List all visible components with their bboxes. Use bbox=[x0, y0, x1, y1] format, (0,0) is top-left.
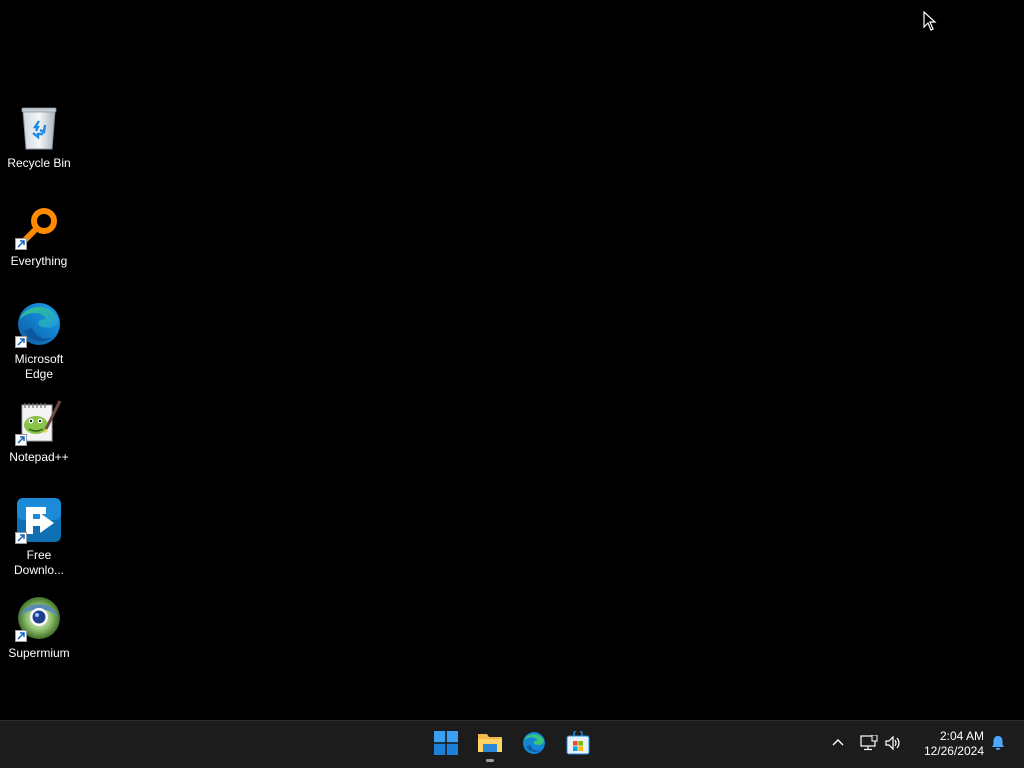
file-explorer-icon bbox=[477, 731, 503, 760]
desktop-icon-recycle-bin[interactable]: Recycle Bin bbox=[4, 104, 74, 171]
desktop-icon-label: Notepad++ bbox=[9, 450, 69, 464]
supermium-icon bbox=[15, 594, 63, 642]
taskbar-microsoft-store[interactable] bbox=[560, 727, 596, 763]
desktop-icon-label: Everything bbox=[10, 254, 68, 268]
clock-date: 12/26/2024 bbox=[923, 744, 984, 758]
desktop-icon-everything[interactable]: Everything bbox=[4, 202, 74, 269]
desktop-icon-label: Microsoft Edge bbox=[14, 352, 64, 381]
running-indicator bbox=[486, 759, 494, 762]
windows-start-icon bbox=[434, 730, 458, 760]
clock-time: 2:04 AM bbox=[939, 729, 984, 743]
network-status-button[interactable] bbox=[857, 733, 881, 757]
edge-icon bbox=[522, 731, 546, 760]
desktop-icon-label: Recycle Bin bbox=[7, 156, 71, 170]
everything-search-icon bbox=[15, 202, 63, 250]
recycle-bin-icon bbox=[15, 104, 63, 152]
taskbar-file-explorer[interactable] bbox=[472, 727, 508, 763]
edge-icon bbox=[15, 300, 63, 348]
volume-icon bbox=[884, 735, 902, 756]
desktop[interactable]: Recycle Bin Everything Microsoft Edge No… bbox=[0, 0, 1024, 720]
desktop-icon-label: Supermium bbox=[8, 646, 70, 660]
taskbar: 2:04 AM 12/26/2024 bbox=[0, 720, 1024, 768]
mouse-cursor-icon bbox=[923, 10, 937, 31]
desktop-icon-label: Free Downlo... bbox=[13, 548, 65, 577]
free-download-manager-icon bbox=[15, 496, 63, 544]
store-icon bbox=[566, 728, 590, 760]
desktop-icon-free-download-manager[interactable]: Free Downlo... bbox=[4, 496, 74, 578]
shortcut-arrow-icon bbox=[15, 630, 27, 642]
shortcut-arrow-icon bbox=[15, 238, 27, 250]
taskbar-microsoft-edge[interactable] bbox=[516, 727, 552, 763]
show-hidden-icons-button[interactable] bbox=[826, 733, 850, 757]
chevron-up-icon bbox=[831, 736, 845, 755]
start-button[interactable] bbox=[428, 727, 464, 763]
desktop-icon-microsoft-edge[interactable]: Microsoft Edge bbox=[4, 300, 74, 382]
notification-center-button[interactable] bbox=[986, 733, 1010, 757]
shortcut-arrow-icon bbox=[15, 336, 27, 348]
desktop-icon-notepad-plus-plus[interactable]: Notepad++ bbox=[4, 398, 74, 465]
shortcut-arrow-icon bbox=[15, 532, 27, 544]
taskbar-clock[interactable]: 2:04 AM 12/26/2024 bbox=[912, 729, 984, 759]
network-icon bbox=[860, 734, 878, 756]
notification-bell-icon bbox=[990, 735, 1006, 756]
desktop-icon-supermium[interactable]: Supermium bbox=[4, 594, 74, 661]
volume-button[interactable] bbox=[881, 733, 905, 757]
shortcut-arrow-icon bbox=[15, 434, 27, 446]
notepad-plus-plus-icon bbox=[15, 398, 63, 446]
